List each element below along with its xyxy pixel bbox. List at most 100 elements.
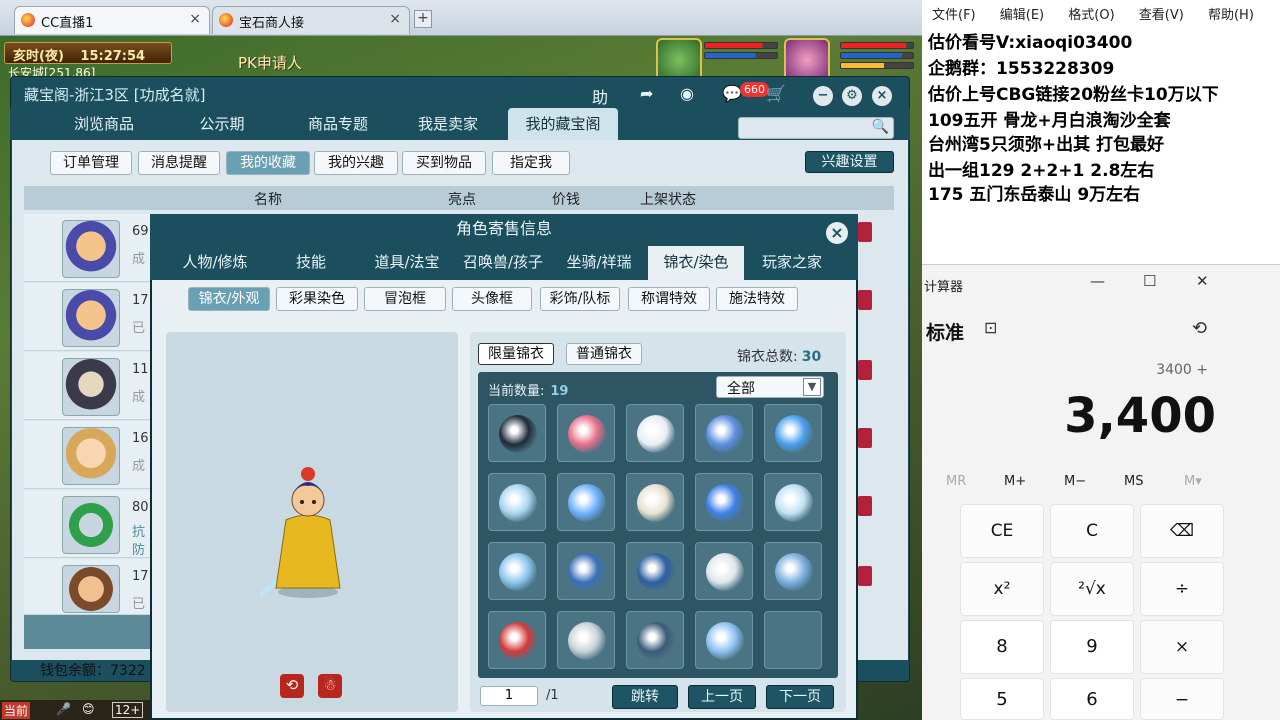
tab-character[interactable]: 人物/修炼: [168, 246, 262, 280]
menu-edit[interactable]: 编辑(E): [1000, 8, 1044, 23]
close-button[interactable]: ×: [872, 86, 892, 106]
digit-5-button[interactable]: 5: [960, 678, 1044, 720]
outfit-item[interactable]: [695, 473, 753, 531]
minimize-button[interactable]: —: [1090, 272, 1105, 290]
tab-mounts[interactable]: 坐骑/祥瑞: [556, 246, 642, 280]
order-management-button[interactable]: 订单管理: [50, 151, 132, 175]
outfit-item[interactable]: [557, 473, 615, 531]
page-number-input[interactable]: 1: [480, 686, 538, 706]
outfit-item[interactable]: [626, 404, 684, 462]
new-tab-button[interactable]: +: [414, 10, 432, 28]
memory-subtract-button[interactable]: M−: [1064, 474, 1086, 489]
list-item[interactable]: 80 抗 防: [24, 490, 150, 558]
subtab-bubble-frame[interactable]: 冒泡框: [364, 287, 446, 311]
microphone-icon[interactable]: 🎤: [56, 702, 71, 716]
tab-skills[interactable]: 技能: [270, 246, 352, 280]
purchased-items-button[interactable]: 买到物品: [402, 151, 486, 175]
browser-tab-cc-live[interactable]: CC直播1 ×: [14, 6, 210, 34]
outfit-item[interactable]: [695, 404, 753, 462]
next-page-button[interactable]: 下一页: [766, 685, 834, 709]
clear-button[interactable]: C: [1050, 504, 1134, 558]
divide-button[interactable]: ÷: [1140, 562, 1224, 616]
my-favorites-button[interactable]: 我的收藏: [226, 151, 310, 175]
tab-items[interactable]: 道具/法宝: [362, 246, 452, 280]
tab-outfits[interactable]: 锦衣/染色: [648, 246, 744, 280]
history-icon[interactable]: ⟲: [1192, 318, 1207, 339]
interest-settings-button[interactable]: 兴趣设置: [805, 151, 894, 173]
multiply-button[interactable]: ×: [1140, 620, 1224, 674]
outfit-item[interactable]: [557, 611, 615, 669]
outfit-item[interactable]: [488, 542, 546, 600]
tab-public[interactable]: 公示期: [170, 108, 274, 140]
square-button[interactable]: x²: [960, 562, 1044, 616]
menu-file[interactable]: 文件(F): [932, 8, 976, 23]
menu-view[interactable]: 查看(V): [1139, 8, 1184, 23]
emoji-icon[interactable]: 😊: [82, 702, 95, 716]
digit-6-button[interactable]: 6: [1050, 678, 1134, 720]
memory-add-button[interactable]: M+: [1004, 474, 1026, 489]
assigned-to-me-button[interactable]: 指定我: [492, 151, 570, 175]
outfit-item[interactable]: [764, 473, 822, 531]
tab-my-pavilion[interactable]: 我的藏宝阁: [508, 108, 618, 140]
subtract-button[interactable]: −: [1140, 678, 1224, 720]
my-interests-button[interactable]: 我的兴趣: [314, 151, 398, 175]
search-icon[interactable]: 🔍: [872, 119, 889, 135]
outfit-item[interactable]: [557, 542, 615, 600]
maximize-button[interactable]: ☐: [1143, 272, 1156, 290]
tab-topics[interactable]: 商品专题: [282, 108, 394, 140]
minimize-button[interactable]: −: [813, 86, 833, 106]
tab-normal-outfits[interactable]: 普通锦衣: [566, 343, 642, 365]
memory-recall-button[interactable]: MR: [946, 474, 966, 489]
browser-tab-gem-merchant[interactable]: 宝石商人接 ×: [212, 6, 410, 34]
outfit-item[interactable]: [488, 404, 546, 462]
outfit-item[interactable]: [695, 611, 753, 669]
subtab-outfit-appearance[interactable]: 锦衣/外观: [188, 287, 270, 311]
outfit-item[interactable]: [488, 611, 546, 669]
clear-entry-button[interactable]: CE: [960, 504, 1044, 558]
dialog-close-button[interactable]: ×: [826, 222, 848, 244]
list-item[interactable]: 69 成: [24, 214, 150, 282]
close-icon[interactable]: ×: [389, 11, 401, 27]
subtab-decor[interactable]: 彩饰/队标: [540, 287, 620, 311]
message-reminder-button[interactable]: 消息提醒: [138, 151, 220, 175]
help-button[interactable]: 助: [592, 84, 608, 108]
tab-browse[interactable]: 浏览商品: [48, 108, 160, 140]
action-button[interactable]: ☃: [318, 674, 342, 698]
tab-seller[interactable]: 我是卖家: [400, 108, 496, 140]
close-icon[interactable]: ×: [189, 11, 201, 27]
memory-list-button[interactable]: M▾: [1184, 474, 1202, 489]
stop-icon[interactable]: ◉: [680, 84, 694, 103]
cart-icon[interactable]: 🛒: [766, 84, 786, 103]
menu-help[interactable]: 帮助(H): [1208, 8, 1254, 23]
chevron-down-icon[interactable]: ▼: [803, 378, 821, 396]
keep-on-top-icon[interactable]: ⊡: [984, 318, 997, 337]
list-item[interactable]: 17 已: [24, 283, 150, 351]
close-button[interactable]: ✕: [1196, 272, 1209, 290]
subtab-dye[interactable]: 彩果染色: [276, 287, 358, 311]
square-root-button[interactable]: ²√x: [1050, 562, 1134, 616]
current-channel-button[interactable]: 当前: [2, 702, 31, 719]
digit-9-button[interactable]: 9: [1050, 620, 1134, 674]
subtab-cast-effect[interactable]: 施法特效: [716, 287, 798, 311]
outfit-item[interactable]: [764, 404, 822, 462]
outfit-item[interactable]: [626, 542, 684, 600]
backspace-button[interactable]: ⌫: [1140, 504, 1224, 558]
rotate-button[interactable]: ⟲: [280, 674, 304, 698]
memory-store-button[interactable]: MS: [1124, 474, 1143, 489]
tab-player-home[interactable]: 玩家之家: [750, 246, 834, 280]
menu-format[interactable]: 格式(O): [1068, 8, 1114, 23]
outfit-filter-select[interactable]: 全部 ▼: [716, 376, 824, 398]
outfit-item[interactable]: [764, 542, 822, 600]
outfit-item[interactable]: [695, 542, 753, 600]
pk-request-label[interactable]: PK申请人: [238, 52, 302, 73]
subtab-title-effect[interactable]: 称谓特效: [628, 287, 710, 311]
list-item[interactable]: 11 成: [24, 352, 150, 420]
outfit-item[interactable]: [626, 611, 684, 669]
tab-limited-outfits[interactable]: 限量锦衣: [478, 343, 554, 365]
outfit-item[interactable]: [626, 473, 684, 531]
outfit-item[interactable]: [557, 404, 615, 462]
settings-button[interactable]: ⚙: [842, 86, 862, 106]
search-input[interactable]: 🔍: [738, 117, 894, 139]
outfit-item[interactable]: [488, 473, 546, 531]
tab-summons[interactable]: 召唤兽/孩子: [456, 246, 550, 280]
